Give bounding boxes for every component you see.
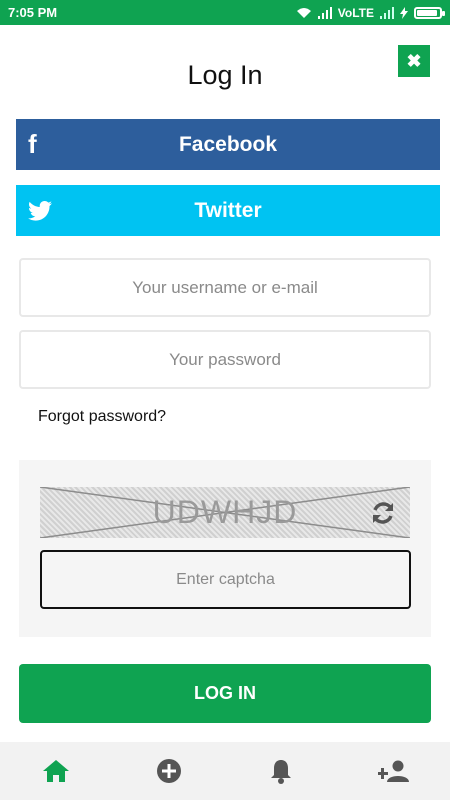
password-input[interactable] [19,330,431,389]
forgot-password-link[interactable]: Forgot password? [38,408,166,426]
nav-add[interactable] [139,742,199,800]
battery-icon [414,6,445,19]
status-bar: 7:05 PM VoLTE [0,0,450,25]
facebook-label: Facebook [178,132,278,156]
add-user-icon [377,760,409,782]
page-title: Log In [187,60,263,90]
nav-notifications[interactable] [251,742,311,800]
username-input[interactable] [19,258,431,317]
wifi-icon [296,7,311,18]
nav-home[interactable] [26,742,86,800]
refresh-captcha-button[interactable] [367,497,399,529]
captcha-image: UDWHJD [40,487,410,538]
facebook-button[interactable]: f Facebook [16,119,440,170]
signal-icon-2 [380,6,394,19]
home-icon [43,760,70,782]
close-icon: ✖ [406,50,422,71]
close-button[interactable]: ✖ [398,45,430,77]
twitter-label: Twitter [194,198,262,222]
bell-icon [271,760,292,784]
add-circle-icon [156,759,181,783]
twitter-icon [28,185,52,236]
login-button[interactable]: LOG IN [19,664,431,723]
captcha-panel: UDWHJD [19,460,431,637]
nav-add-user[interactable] [364,742,424,800]
bottom-nav [0,742,450,800]
signal-icon [317,6,332,19]
twitter-button[interactable]: Twitter [16,185,440,236]
status-time: 7:05 PM [8,5,58,20]
captcha-code: UDWHJD [152,494,298,530]
refresh-icon [373,502,393,524]
network-label: VoLTE [337,5,374,20]
charging-icon [400,6,408,19]
captcha-input[interactable] [40,550,411,609]
facebook-icon: f [28,129,37,159]
